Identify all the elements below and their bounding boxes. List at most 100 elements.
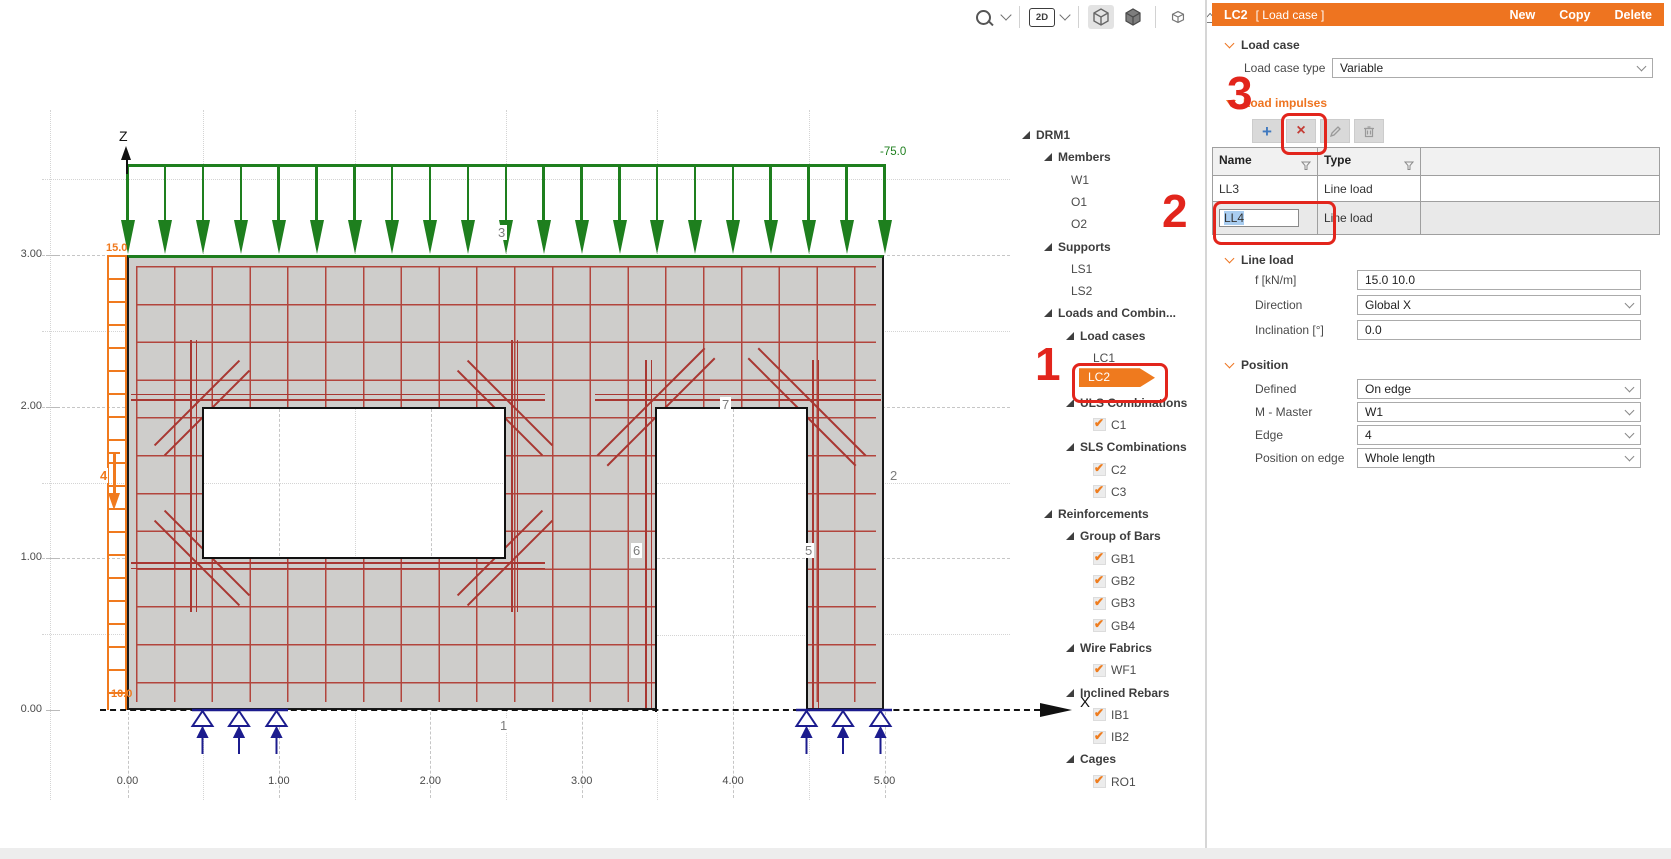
load-direction-arrow-stem: [113, 452, 116, 494]
tree-item-o1[interactable]: O1: [1071, 192, 1087, 212]
tree-item-cages[interactable]: Cages: [1066, 749, 1116, 769]
tree-checkbox[interactable]: ✔: [1093, 619, 1106, 632]
view-2d-icon[interactable]: 2D: [1029, 5, 1055, 29]
tree-item-drm1[interactable]: DRM1: [1022, 125, 1070, 145]
tree-item-loads-and-combin-[interactable]: Loads and Combin...: [1044, 303, 1176, 323]
tree-item-inclined-rebars[interactable]: Inclined Rebars: [1066, 683, 1169, 703]
tree-item-gb2[interactable]: ✔ GB2: [1093, 571, 1135, 591]
chevron-down-icon: [1225, 39, 1235, 49]
tree-item-ro1[interactable]: ✔RO1: [1093, 772, 1136, 792]
tree-item-c2[interactable]: ✔C2: [1093, 460, 1126, 480]
tree-checkbox[interactable]: ✔: [1093, 775, 1106, 788]
tree-item-reinforcements[interactable]: Reinforcements: [1044, 504, 1149, 524]
tree-item-ls1[interactable]: LS1: [1071, 259, 1092, 279]
table-column-header[interactable]: [1421, 148, 1660, 176]
tree-item-ib2[interactable]: ✔ IB2: [1093, 727, 1129, 747]
search-icon[interactable]: [970, 5, 996, 29]
tree-item-w1[interactable]: W1: [1071, 170, 1089, 190]
section-line-load[interactable]: Line load: [1226, 253, 1294, 267]
tree-checkbox[interactable]: ✔: [1093, 463, 1106, 476]
annotation-step-3: 3: [1227, 70, 1253, 116]
expander-triangle-icon[interactable]: [1044, 510, 1052, 518]
clip-box-icon[interactable]: [1165, 5, 1191, 29]
copy-button[interactable]: Copy: [1559, 8, 1590, 22]
tree-item-wf1[interactable]: ✔WF1: [1093, 660, 1136, 680]
expander-triangle-icon[interactable]: [1066, 755, 1074, 763]
edge-4-label: 4: [99, 468, 108, 483]
opening-o2[interactable]: [655, 407, 808, 712]
expander-triangle-icon[interactable]: [1066, 443, 1074, 451]
tree-item-wire-fabrics[interactable]: Wire Fabrics: [1066, 638, 1152, 658]
cell-empty[interactable]: [1421, 176, 1660, 202]
field-label: Edge: [1255, 428, 1283, 442]
cell-type[interactable]: Line load: [1318, 176, 1421, 202]
view-2d-chevron-icon[interactable]: [1059, 9, 1070, 20]
input-f-kn-m-[interactable]: 15.0 10.0: [1357, 270, 1641, 290]
tree-item-load-cases[interactable]: Load cases: [1066, 326, 1145, 346]
select-position-on-edge[interactable]: Whole length: [1357, 448, 1641, 468]
tree-item-c1[interactable]: ✔C1: [1093, 415, 1126, 435]
tree-item-sls-combinations[interactable]: SLS Combinations: [1066, 437, 1187, 457]
tree-checkbox[interactable]: ✔: [1093, 731, 1106, 744]
search-options-chevron-icon[interactable]: [1000, 9, 1011, 20]
tree-checkbox[interactable]: ✔: [1093, 575, 1106, 588]
field-label: Direction: [1255, 298, 1302, 312]
tree-checkbox[interactable]: ✔: [1093, 664, 1106, 677]
select-edge[interactable]: 4: [1357, 425, 1641, 445]
edge-bar: [595, 399, 881, 401]
tree-item-label: GB2: [1111, 574, 1135, 588]
tree-item-gb4[interactable]: ✔GB4: [1093, 616, 1135, 636]
expander-triangle-icon[interactable]: [1066, 644, 1074, 652]
panel-splitter[interactable]: [1205, 0, 1207, 848]
expander-triangle-icon[interactable]: [1022, 131, 1030, 139]
tree-checkbox[interactable]: ✔: [1093, 418, 1106, 431]
tree-item-members[interactable]: Members: [1044, 147, 1111, 167]
tree-item-gb3[interactable]: ✔GB3: [1093, 593, 1135, 613]
tree-checkbox[interactable]: ✔: [1093, 708, 1106, 721]
load-arrow-icon: [802, 166, 816, 255]
tree-item-ls2[interactable]: LS2: [1071, 281, 1092, 301]
expander-triangle-icon[interactable]: [1044, 309, 1052, 317]
expander-triangle-icon[interactable]: [1066, 532, 1074, 540]
input-inclination-[interactable]: 0.0: [1357, 320, 1641, 340]
tree-item-gb1[interactable]: ✔GB1: [1093, 549, 1135, 569]
tree-item-supports[interactable]: Supports: [1044, 237, 1111, 257]
expander-triangle-icon[interactable]: [1066, 689, 1074, 697]
trash-impulse-button[interactable]: [1354, 119, 1384, 143]
edge-number-label: 5: [803, 543, 814, 558]
edge-bar: [812, 360, 814, 708]
wireframe-cube-icon[interactable]: [1088, 5, 1114, 29]
tree-item-ib1[interactable]: ✔IB1: [1093, 705, 1129, 725]
solid-cube-icon[interactable]: [1120, 5, 1146, 29]
cell-name[interactable]: LL3: [1213, 176, 1318, 202]
line-support-ls2[interactable]: [788, 704, 900, 762]
line-support-ls1[interactable]: [184, 704, 296, 762]
new-button[interactable]: New: [1510, 8, 1536, 22]
edge-bar: [190, 340, 192, 612]
tree-item-label: IB2: [1111, 730, 1129, 744]
ruler-tick: [46, 710, 60, 711]
expander-triangle-icon[interactable]: [1066, 332, 1074, 340]
delete-button[interactable]: Delete: [1614, 8, 1652, 22]
tree-checkbox[interactable]: ✔: [1093, 597, 1106, 610]
table-row-ll3[interactable]: LL3Line load: [1213, 176, 1660, 202]
section-load-case[interactable]: Load case: [1226, 38, 1300, 52]
section-position[interactable]: Position: [1226, 358, 1288, 372]
tree-checkbox[interactable]: ✔: [1093, 485, 1106, 498]
expander-triangle-icon[interactable]: [1044, 243, 1052, 251]
table-column-header[interactable]: Type: [1318, 148, 1421, 176]
expander-triangle-icon[interactable]: [1044, 153, 1052, 161]
opening-o1[interactable]: [202, 407, 506, 559]
tree-item-group-of-bars[interactable]: Group of Bars: [1066, 526, 1161, 546]
select-direction[interactable]: Global X: [1357, 295, 1641, 315]
tree-item-c3[interactable]: ✔C3: [1093, 482, 1126, 502]
select-m-master[interactable]: W1: [1357, 402, 1641, 422]
select-load-case-type[interactable]: Variable: [1332, 58, 1653, 78]
field-row: DefinedOn edge: [1212, 379, 1664, 399]
cell-empty[interactable]: [1421, 202, 1660, 235]
tree-checkbox[interactable]: ✔: [1093, 552, 1106, 565]
field-value: 0.0: [1365, 323, 1382, 337]
select-defined[interactable]: On edge: [1357, 379, 1641, 399]
add-impulse-button[interactable]: +: [1252, 119, 1282, 143]
tree-item-o2[interactable]: O2: [1071, 214, 1087, 234]
